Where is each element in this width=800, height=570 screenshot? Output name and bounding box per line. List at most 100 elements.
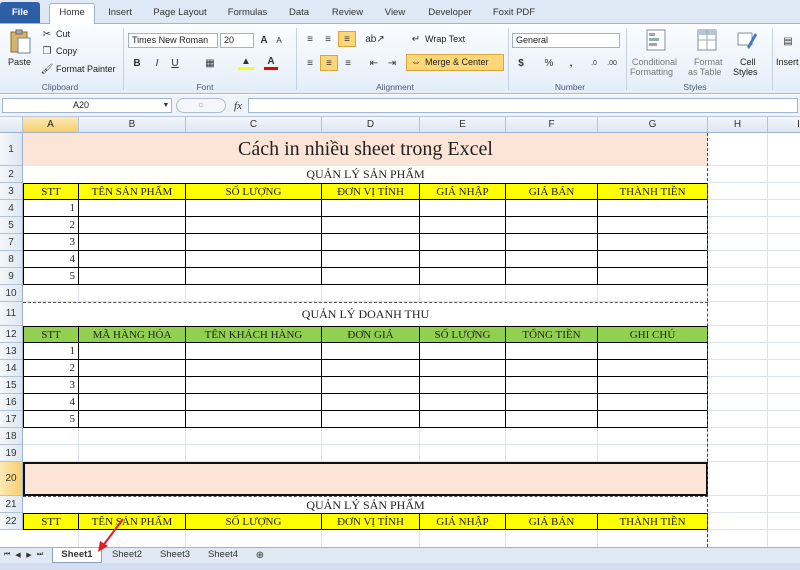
table1-data-cell[interactable] xyxy=(598,200,708,217)
tab-review[interactable]: Review xyxy=(325,4,370,24)
name-box-dropdown-icon[interactable]: ▼ xyxy=(160,98,172,113)
column-header-e[interactable]: E xyxy=(420,117,506,133)
table2-data-cell[interactable] xyxy=(598,394,708,411)
selected-cell-a20[interactable] xyxy=(23,462,708,496)
table2-data-cell[interactable] xyxy=(420,360,506,377)
name-box[interactable]: A20 xyxy=(2,98,172,113)
conditional-formatting-button[interactable]: Conditional xyxy=(632,57,677,67)
table1-data-cell[interactable]: 5 xyxy=(23,268,79,285)
font-size-select[interactable]: 20 xyxy=(220,33,254,48)
table2-data-cell[interactable]: 4 xyxy=(23,394,79,411)
table2-data-cell[interactable] xyxy=(186,360,322,377)
format-painter-button[interactable]: Format Painter xyxy=(56,64,116,74)
first-sheet-icon[interactable]: ⏮ xyxy=(2,549,12,561)
table2-data-cell[interactable] xyxy=(598,377,708,394)
column-header-h[interactable]: H xyxy=(708,117,768,133)
wrap-text-button[interactable]: Wrap Text xyxy=(425,34,465,44)
row-header-7[interactable]: 7 xyxy=(0,234,23,251)
table2-data-cell[interactable] xyxy=(79,377,186,394)
paste-icon[interactable] xyxy=(6,28,34,56)
table1-data-cell[interactable] xyxy=(79,234,186,251)
formula-bar-resize-handle[interactable]: ○ xyxy=(176,98,226,113)
tab-home[interactable]: Home xyxy=(49,3,95,24)
table1-data-cell[interactable] xyxy=(322,268,420,285)
row-header-15[interactable]: 15 xyxy=(0,377,23,394)
table1-data-cell[interactable] xyxy=(322,234,420,251)
row-header-21[interactable]: 21 xyxy=(0,496,23,513)
borders-icon[interactable]: ▦ xyxy=(202,56,218,70)
table2-data-cell[interactable] xyxy=(506,377,598,394)
sheet-tab-sheet1[interactable]: Sheet1 xyxy=(52,548,102,563)
select-all-corner[interactable] xyxy=(0,117,23,133)
insert-function-button[interactable]: fx xyxy=(230,98,246,113)
table1-data-cell[interactable] xyxy=(79,251,186,268)
table2-data-cell[interactable] xyxy=(506,394,598,411)
shrink-font-icon[interactable]: A xyxy=(272,32,286,48)
table1-data-cell[interactable] xyxy=(420,234,506,251)
row-header-9[interactable]: 9 xyxy=(0,268,23,285)
row-header-4[interactable]: 4 xyxy=(0,200,23,217)
currency-button[interactable]: $ xyxy=(514,56,528,70)
underline-button[interactable]: U xyxy=(168,56,182,70)
row-header-11[interactable]: 11 xyxy=(0,302,23,326)
table1-data-cell[interactable] xyxy=(186,268,322,285)
italic-button[interactable]: I xyxy=(150,56,164,70)
merge-center-button[interactable]: Merge & Center xyxy=(425,57,489,67)
insert-cells-button[interactable]: Insert xyxy=(776,57,799,67)
table2-data-cell[interactable] xyxy=(420,377,506,394)
row-header-18[interactable]: 18 xyxy=(0,428,23,445)
cell-styles-button[interactable]: Cell xyxy=(740,57,756,67)
row-header-13[interactable]: 13 xyxy=(0,343,23,360)
tab-data[interactable]: Data xyxy=(280,4,318,24)
sheet-tab-sheet2[interactable]: Sheet2 xyxy=(104,548,150,563)
table2-data-cell[interactable] xyxy=(420,411,506,428)
table1-data-cell[interactable]: 2 xyxy=(23,217,79,234)
column-header-c[interactable]: C xyxy=(186,117,322,133)
formula-input[interactable] xyxy=(248,98,798,113)
copy-button[interactable]: Copy xyxy=(56,46,77,56)
font-name-select[interactable]: Times New Roman xyxy=(128,33,218,48)
table2-data-cell[interactable] xyxy=(186,377,322,394)
tab-developer[interactable]: Developer xyxy=(420,4,480,24)
table1-data-cell[interactable]: 3 xyxy=(23,234,79,251)
table2-data-cell[interactable] xyxy=(79,394,186,411)
table2-data-cell[interactable] xyxy=(322,343,420,360)
table2-data-cell[interactable] xyxy=(506,411,598,428)
row-header-1[interactable]: 1 xyxy=(0,133,23,166)
bold-button[interactable]: B xyxy=(130,56,144,70)
tab-file[interactable]: File xyxy=(0,2,40,23)
table1-data-cell[interactable]: 1 xyxy=(23,200,79,217)
table1-data-cell[interactable] xyxy=(79,200,186,217)
align-left-icon[interactable]: ≡ xyxy=(302,56,318,70)
table2-data-cell[interactable] xyxy=(186,343,322,360)
table2-data-cell[interactable] xyxy=(322,394,420,411)
column-header-f[interactable]: F xyxy=(506,117,598,133)
table2-data-cell[interactable] xyxy=(506,360,598,377)
table1-data-cell[interactable] xyxy=(420,268,506,285)
row-header-17[interactable]: 17 xyxy=(0,411,23,428)
table1-data-cell[interactable] xyxy=(322,217,420,234)
align-center-icon[interactable]: ≡ xyxy=(320,55,338,71)
row-header-3[interactable]: 3 xyxy=(0,183,23,200)
row-header-2[interactable]: 2 xyxy=(0,166,23,183)
table1-data-cell[interactable] xyxy=(506,217,598,234)
font-color-button[interactable]: A xyxy=(264,56,278,70)
row-header-14[interactable]: 14 xyxy=(0,360,23,377)
table1-data-cell[interactable] xyxy=(506,268,598,285)
increase-decimal-icon[interactable]: .0 xyxy=(586,54,602,72)
table2-data-cell[interactable] xyxy=(79,343,186,360)
row-header-12[interactable]: 12 xyxy=(0,326,23,343)
column-header-d[interactable]: D xyxy=(322,117,420,133)
table2-data-cell[interactable] xyxy=(186,394,322,411)
table1-data-cell[interactable] xyxy=(186,217,322,234)
table1-data-cell[interactable]: 4 xyxy=(23,251,79,268)
table2-data-cell[interactable] xyxy=(186,411,322,428)
table2-data-cell[interactable] xyxy=(322,411,420,428)
column-header-g[interactable]: G xyxy=(598,117,708,133)
table1-data-cell[interactable] xyxy=(506,200,598,217)
table1-data-cell[interactable] xyxy=(186,234,322,251)
table1-data-cell[interactable] xyxy=(598,217,708,234)
table1-data-cell[interactable] xyxy=(598,268,708,285)
table2-data-cell[interactable] xyxy=(322,360,420,377)
fill-color-icon[interactable]: ▲ xyxy=(238,56,254,70)
